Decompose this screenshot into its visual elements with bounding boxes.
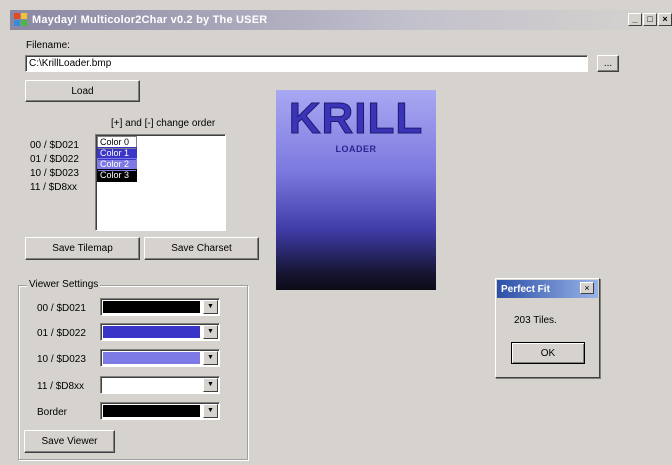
- viewer-label-01: 01 / $D022: [37, 328, 86, 339]
- chevron-down-icon[interactable]: ▼: [203, 351, 218, 365]
- window-title: Mayday! Multicolor2Char v0.2 by The USER: [32, 14, 268, 26]
- color-swatch: [103, 405, 200, 417]
- load-button[interactable]: Load: [25, 80, 140, 102]
- chevron-down-icon[interactable]: ▼: [203, 300, 218, 314]
- dialog-close-button[interactable]: ×: [580, 282, 594, 294]
- minimize-button[interactable]: _: [628, 13, 642, 26]
- filename-input[interactable]: C:\KrillLoader.bmp: [25, 55, 588, 72]
- chevron-down-icon[interactable]: ▼: [203, 404, 218, 418]
- viewer-label-border: Border: [37, 407, 68, 418]
- app-icon: [14, 13, 28, 27]
- chevron-down-icon[interactable]: ▼: [203, 325, 218, 339]
- list-item[interactable]: Color 0: [97, 136, 137, 149]
- chevron-down-icon[interactable]: ▼: [203, 378, 218, 392]
- viewer-label-11: 11 / $D8xx: [37, 381, 85, 392]
- viewer-label-10: 10 / $D023: [37, 354, 86, 365]
- list-item[interactable]: Color 2: [97, 158, 137, 171]
- color-labels: 00 / $D021 01 / $D022 10 / $D023 11 / $D…: [30, 139, 79, 195]
- browse-button[interactable]: ...: [597, 55, 619, 72]
- color-swatch: [103, 379, 200, 391]
- color-select-00[interactable]: ▼: [100, 298, 220, 316]
- color-label-11: 11 / $D8xx: [30, 182, 78, 193]
- dialog-message: 203 Tiles.: [514, 315, 557, 326]
- preview-image: KRILL LOADER: [276, 90, 436, 290]
- color-label-00: 00 / $D021: [30, 140, 79, 151]
- ok-button[interactable]: OK: [511, 342, 585, 364]
- color-select-11[interactable]: ▼: [100, 376, 220, 394]
- color-select-01[interactable]: ▼: [100, 323, 220, 341]
- save-viewer-button[interactable]: Save Viewer: [24, 430, 115, 453]
- color-swatch: [103, 301, 200, 313]
- order-hint: [+] and [-] change order: [111, 118, 216, 129]
- viewer-label-00: 00 / $D021: [37, 303, 86, 314]
- close-button[interactable]: ×: [658, 13, 672, 26]
- color-label-01: 01 / $D022: [30, 154, 79, 165]
- dialog-title: Perfect Fit: [501, 283, 550, 295]
- color-order-list[interactable]: Color 0 Color 1 Color 2 Color 3: [95, 134, 226, 231]
- color-swatch: [103, 352, 200, 364]
- save-tilemap-button[interactable]: Save Tilemap: [25, 237, 140, 260]
- viewer-settings-title: Viewer Settings: [27, 279, 101, 290]
- color-select-10[interactable]: ▼: [100, 349, 220, 367]
- perfect-fit-dialog: Perfect Fit × 203 Tiles. OK: [495, 278, 600, 378]
- preview-subtitle: LOADER: [335, 144, 377, 154]
- list-item[interactable]: Color 3: [97, 169, 137, 182]
- save-charset-button[interactable]: Save Charset: [144, 237, 259, 260]
- color-swatch: [103, 326, 200, 338]
- maximize-button[interactable]: □: [643, 13, 657, 26]
- filename-label: Filename:: [26, 40, 70, 51]
- color-select-border[interactable]: ▼: [100, 402, 220, 420]
- title-bar[interactable]: Mayday! Multicolor2Char v0.2 by The USER…: [10, 10, 672, 30]
- color-label-10: 10 / $D023: [30, 168, 79, 179]
- list-item[interactable]: Color 1: [97, 147, 137, 160]
- preview-title: KRILL: [288, 94, 424, 144]
